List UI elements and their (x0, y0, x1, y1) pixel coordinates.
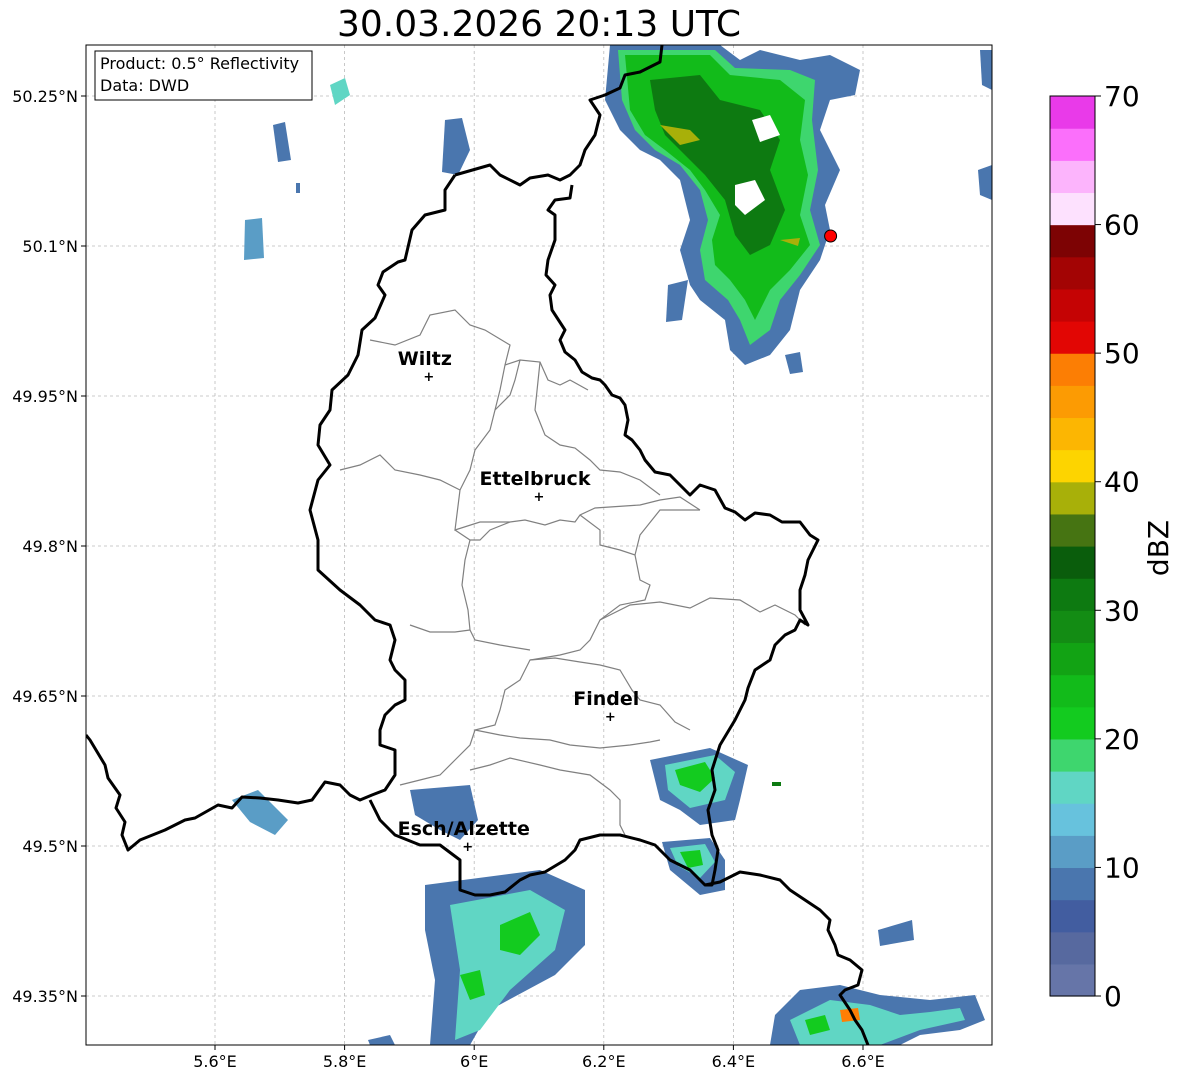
colorbar-segment (1050, 578, 1095, 611)
colorbar-segment (1050, 546, 1095, 579)
y-tick-label: 50.1°N (22, 237, 78, 256)
y-tick-label: 49.5°N (22, 837, 78, 856)
colorbar-segment (1050, 738, 1095, 772)
x-tick-label: 5.6°E (193, 1052, 237, 1071)
y-tick-label: 50.25°N (12, 87, 78, 106)
city-label: Findel (573, 688, 639, 710)
colorbar: 0 10 20 30 40 50 60 70 (1049, 80, 1140, 1013)
colorbar-segment (1050, 321, 1095, 354)
y-tick-label: 49.95°N (12, 387, 78, 406)
colorbar-tick-label: 0 (1104, 980, 1122, 1013)
y-tick-label: 49.65°N (12, 687, 78, 706)
radar-map-figure: +Wiltz+Ettelbruck+Findel+Esch/Alzette 5.… (12, 44, 1175, 1071)
colorbar-segment (1050, 674, 1095, 708)
colorbar-tick-label: 40 (1104, 466, 1140, 499)
city-marker: + (462, 840, 473, 855)
colorbar-segment (1050, 353, 1095, 386)
colorbar-segment (1050, 899, 1095, 933)
colorbar-segment (1050, 642, 1095, 676)
colorbar-segment (1050, 160, 1095, 194)
info-data-source-text: Data: DWD (100, 76, 189, 95)
colorbar-segment (1050, 706, 1095, 740)
x-tick-label: 6°E (460, 1052, 488, 1071)
x-tick-label: 6.6°E (841, 1052, 885, 1071)
info-box: Product: 0.5° Reflectivity Data: DWD (94, 50, 313, 101)
colorbar-tick-label: 70 (1104, 80, 1140, 113)
colorbar-segment (1050, 224, 1095, 258)
colorbar-segment (1050, 449, 1095, 483)
colorbar-tick-label: 30 (1104, 594, 1140, 627)
colorbar-segment (1050, 288, 1095, 322)
colorbar-segment (1050, 771, 1095, 804)
colorbar-tick-label: 20 (1104, 723, 1140, 756)
city-marker: + (423, 370, 434, 385)
city-marker: + (605, 710, 616, 725)
info-product-text: Product: 0.5° Reflectivity (100, 54, 299, 73)
colorbar-tick-label: 50 (1104, 337, 1140, 370)
colorbar-tick-label: 10 (1104, 851, 1140, 884)
city-label: Ettelbruck (480, 468, 591, 490)
radar-site-marker (824, 229, 838, 243)
colorbar-segment (1050, 513, 1095, 547)
colorbar-segment (1050, 128, 1095, 161)
city-marker: + (534, 490, 545, 505)
colorbar-tick-label: 60 (1104, 209, 1140, 242)
x-tick-label: 6.4°E (712, 1052, 756, 1071)
colorbar-segment (1050, 417, 1095, 451)
colorbar-segment (1050, 835, 1095, 869)
colorbar-segment (1050, 931, 1095, 965)
colorbar-segment (1050, 96, 1095, 129)
colorbar-segment (1050, 610, 1095, 644)
x-tick-label: 5.8°E (323, 1052, 367, 1071)
colorbar-segment (1050, 385, 1095, 419)
colorbar-segment (1050, 867, 1095, 901)
colorbar-segment (1050, 256, 1095, 290)
colorbar-label: dBZ (1142, 520, 1175, 576)
colorbar-segment (1050, 481, 1095, 515)
y-tick-label: 49.35°N (12, 987, 78, 1006)
city-label: Esch/Alzette (398, 818, 530, 840)
colorbar-segment (1050, 803, 1095, 836)
city-label: Wiltz (398, 348, 452, 370)
x-tick-label: 6.2°E (582, 1052, 626, 1071)
colorbar-segment (1050, 963, 1095, 997)
y-tick-label: 49.8°N (22, 537, 78, 556)
colorbar-segment (1050, 192, 1095, 226)
